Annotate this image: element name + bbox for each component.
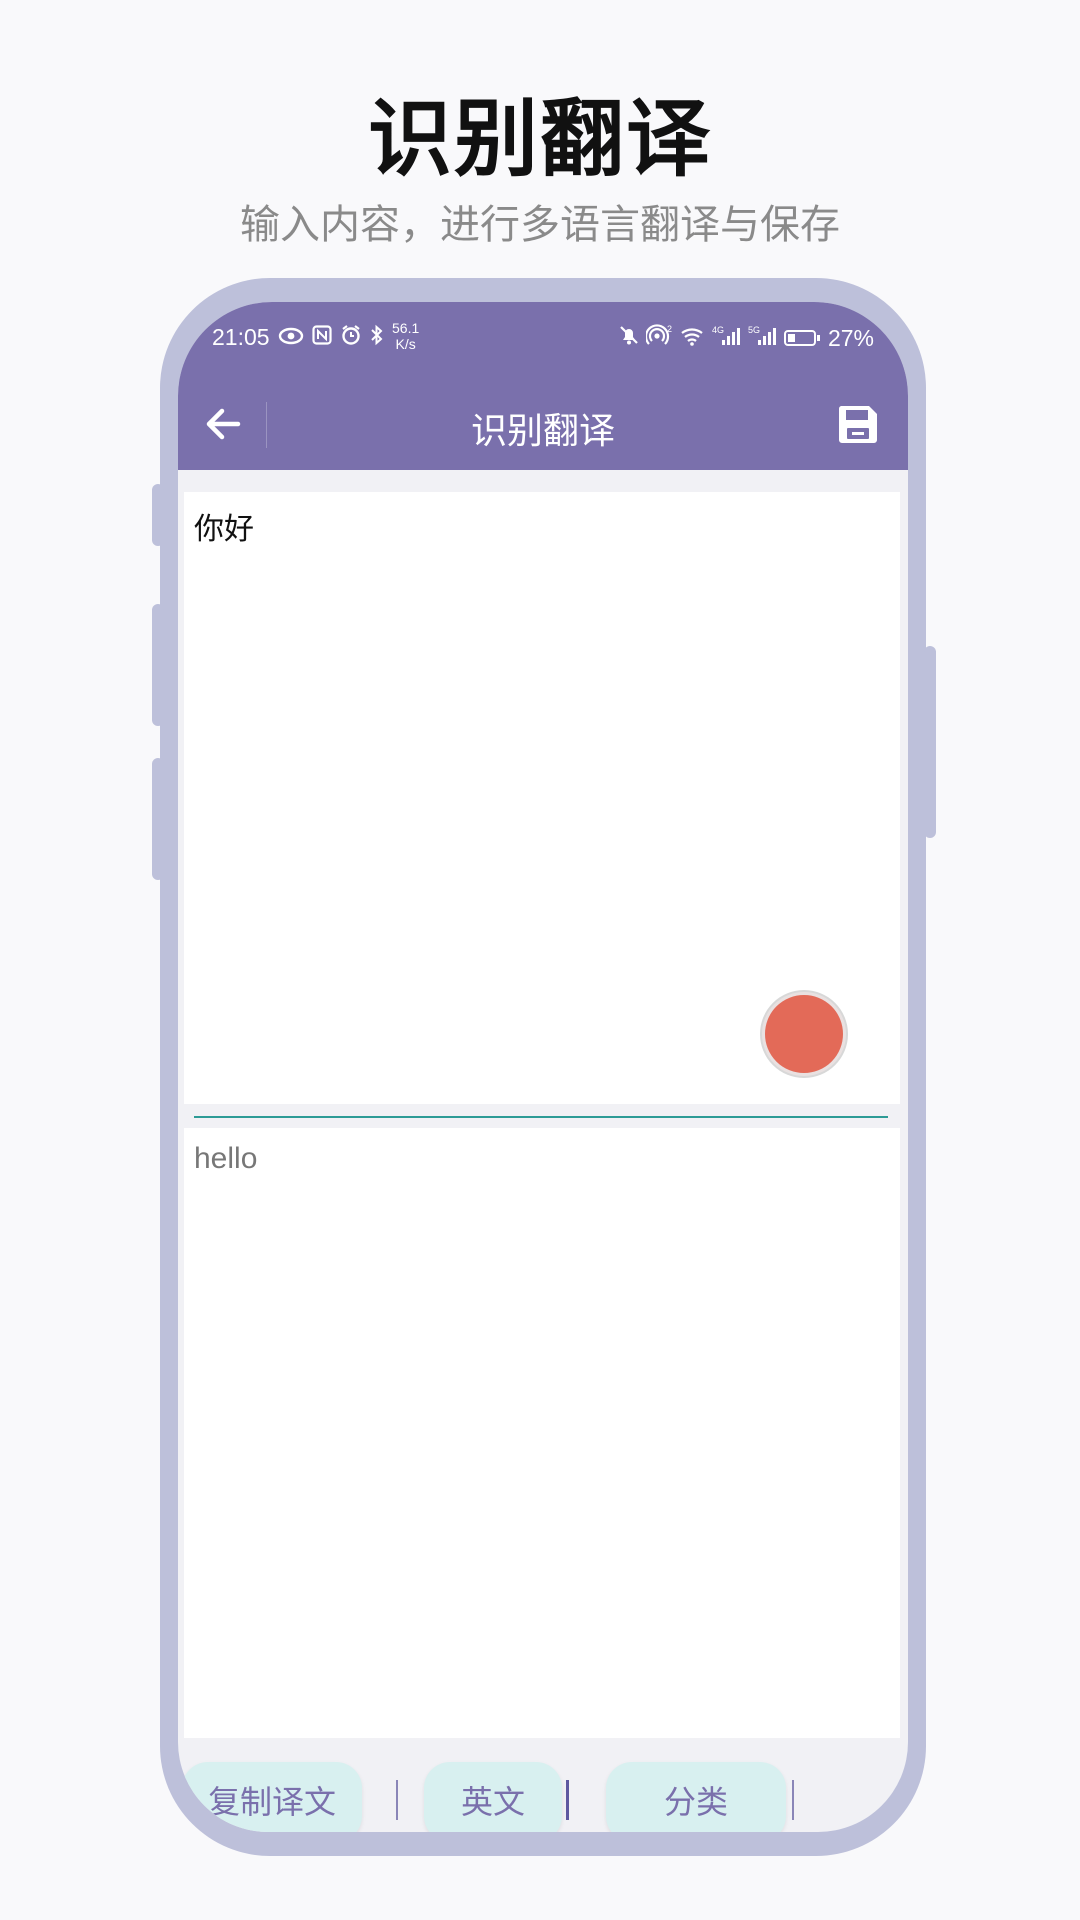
phone-screen: 21:05 56.1 K/s 2 4G 5G 27% 识别翻译 你好 hello…	[178, 302, 908, 1832]
phone-side-button	[152, 758, 164, 880]
signal-5g-icon: 5G	[748, 324, 778, 352]
source-text: 你好	[194, 512, 254, 547]
record-button[interactable]	[762, 992, 846, 1076]
promo-subtitle: 输入内容，进行多语言翻译与保存	[240, 202, 840, 248]
promo-title: 识别翻译	[367, 90, 712, 188]
svg-text:4G: 4G	[712, 325, 724, 335]
copy-translation-button[interactable]: 复制译文	[182, 1762, 362, 1832]
page-title: 识别翻译	[470, 411, 615, 452]
hotspot-icon: 2	[644, 324, 674, 352]
svg-text:2: 2	[667, 324, 672, 334]
eye-icon	[278, 325, 304, 351]
phone-side-button	[152, 604, 164, 726]
phone-side-button	[924, 646, 936, 838]
category-button[interactable]: 分类	[606, 1762, 786, 1832]
mute-icon	[618, 324, 640, 352]
bottom-action-bar: 复制译文 英文 分类	[178, 1762, 908, 1832]
app-header: 21:05 56.1 K/s 2 4G 5G 27% 识别翻译	[178, 302, 908, 470]
panel-divider	[194, 1116, 888, 1118]
nfc-icon	[312, 325, 332, 351]
status-icons-right: 2 4G 5G 27%	[618, 324, 874, 352]
bluetooth-icon	[370, 324, 384, 352]
alarm-icon	[340, 324, 362, 352]
target-language-button[interactable]: 英文	[424, 1762, 562, 1832]
toolbar: 识别翻译	[178, 380, 908, 470]
battery-icon	[783, 330, 820, 346]
phone-side-button	[152, 484, 164, 546]
network-speed: 56.1 K/s	[392, 320, 419, 352]
translation-output[interactable]: hello	[184, 1128, 900, 1738]
bottom-separator	[396, 1780, 398, 1820]
save-button[interactable]	[828, 394, 888, 454]
status-icons-left	[278, 324, 384, 352]
network-speed-unit: K/s	[395, 336, 416, 352]
source-text-input[interactable]: 你好	[184, 492, 900, 1104]
phone-frame: 21:05 56.1 K/s 2 4G 5G 27% 识别翻译 你好 hello…	[152, 278, 936, 1856]
svg-text:5G: 5G	[748, 325, 760, 335]
network-speed-value: 56.1	[392, 320, 420, 336]
signal-4g-icon: 4G	[712, 324, 742, 352]
bottom-separator	[792, 1780, 794, 1820]
save-icon	[838, 406, 877, 443]
bottom-separator	[566, 1780, 569, 1820]
wifi-icon	[680, 325, 706, 352]
translated-text: hello	[194, 1142, 258, 1175]
status-time: 21:05	[212, 324, 270, 350]
status-bar: 21:05 56.1 K/s 2 4G 5G 27%	[178, 320, 908, 360]
battery-level: 27%	[827, 324, 874, 351]
